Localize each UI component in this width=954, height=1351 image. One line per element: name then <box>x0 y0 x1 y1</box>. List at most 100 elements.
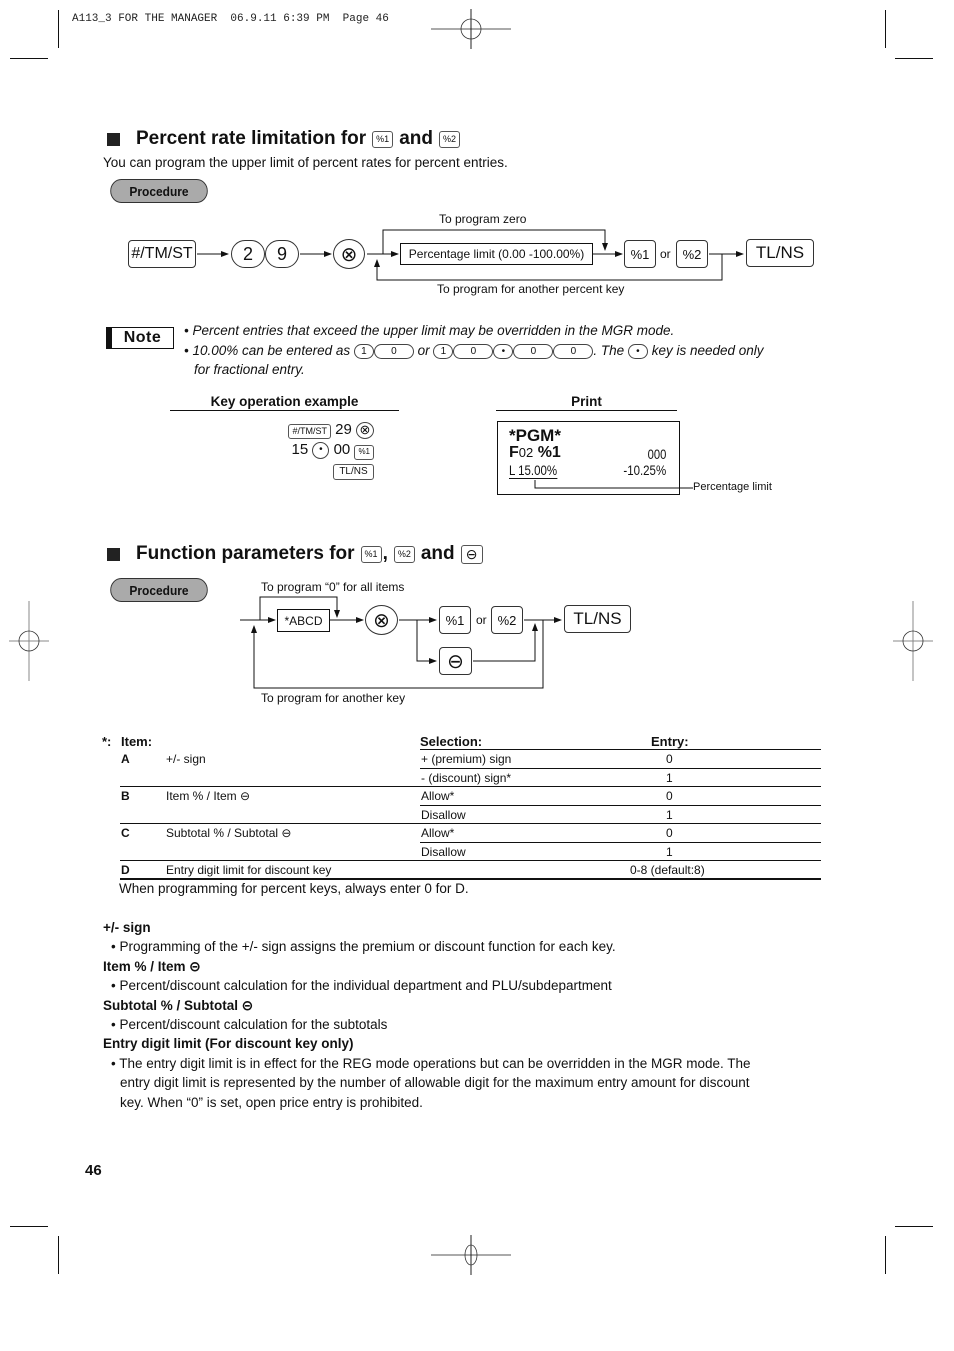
note-bullet-1: • Percent entries that exceed the upper … <box>184 323 675 338</box>
dot-key-icon: • <box>493 343 514 359</box>
dot-key-icon: • <box>312 441 330 459</box>
digit-2-key: 2 <box>231 240 265 268</box>
example-number: 29 <box>335 421 352 438</box>
table-footnote: When programming for percent keys, alway… <box>119 880 469 896</box>
crop-mark <box>10 1226 48 1227</box>
example-line-2: 15 • 00 %1 <box>200 440 374 460</box>
receipt-text: %1 <box>533 444 561 461</box>
abcd-box: *ABCD <box>277 609 330 632</box>
row-c1-entry: 0 <box>666 826 673 840</box>
key-operation-heading: Key operation example <box>170 394 399 411</box>
receipt-value-000: 000 <box>647 446 666 462</box>
label-program-zero-all-items: To program “0” for all items <box>261 580 405 594</box>
row-c2-selection: Disallow <box>421 845 466 859</box>
row-a-code: A <box>121 752 130 766</box>
explanation-text-sign: • Programming of the +/- sign assigns th… <box>111 939 616 955</box>
row-c-item: Subtotal % / Subtotal ⊖ <box>166 826 292 840</box>
table-rule <box>420 805 821 806</box>
row-c1-selection: Allow* <box>421 826 455 840</box>
row-a1-entry: 0 <box>666 752 673 766</box>
row-c-code: C <box>121 826 130 840</box>
table-header-entry: Entry: <box>651 733 689 749</box>
key-0-icon: 0 <box>373 343 414 359</box>
parameter-table: *: Item: Selection: Entry: A +/- sign + … <box>100 731 822 901</box>
key-1-icon: 1 <box>433 343 454 359</box>
table-rule <box>420 842 821 843</box>
table-star: *: <box>102 733 112 749</box>
square-bullet-icon <box>107 547 120 561</box>
note-text: key is needed only <box>651 343 764 358</box>
row-d-code: D <box>121 863 130 877</box>
row-a-item: +/- sign <box>166 752 206 766</box>
key-operation-example: #/TM/ST 29 ⊗ 15 • 00 %1 TL/NS <box>200 420 374 480</box>
explanation-text-item: • Percent/discount calculation for the i… <box>111 978 612 994</box>
or-label: or <box>476 613 487 627</box>
table-header-selection: Selection: <box>420 733 483 749</box>
explanation-text-entry-limit-1: • The entry digit limit is in effect for… <box>111 1055 751 1071</box>
minus-key: ⊖ <box>439 647 472 675</box>
tm-st-key: #/TM/ST <box>128 240 196 268</box>
digit-9-key: 9 <box>265 240 299 268</box>
receipt-text: 02 <box>518 445 534 460</box>
tl-ns-key: TL/NS <box>746 239 814 267</box>
crop-mark <box>885 1236 886 1274</box>
row-b-item: Item % / Item ⊖ <box>166 789 251 803</box>
print-heading: Print <box>496 394 677 411</box>
pct1-key: %1 <box>439 606 471 634</box>
row-b2-entry: 1 <box>666 808 673 822</box>
row-a1-selection: + (premium) sign <box>421 752 512 766</box>
pct2-key: %2 <box>676 240 708 268</box>
note-badge: Note <box>106 327 174 349</box>
pct1-key: %1 <box>624 240 656 268</box>
example-line-1: #/TM/ST 29 ⊗ <box>200 420 374 440</box>
receipt-text: F <box>509 444 519 461</box>
label-another-key: To program for another key <box>261 691 406 705</box>
registration-mark-icon <box>431 1235 511 1275</box>
label-another-percent-key: To program for another percent key <box>437 282 625 296</box>
procedure-flow-arrows <box>240 596 562 689</box>
row-b1-selection: Allow* <box>421 789 455 803</box>
row-a2-selection: - (discount) sign* <box>421 771 512 785</box>
dot-key-icon: • <box>627 343 648 359</box>
row-b1-entry: 0 <box>666 789 673 803</box>
tl-ns-key-icon: TL/NS <box>333 464 374 480</box>
explanation-heading-sign: +/- sign <box>103 920 151 935</box>
crop-mark <box>58 1236 59 1274</box>
pct1-key-icon: %1 <box>354 444 374 460</box>
multiply-key-icon: ⊗ <box>365 605 398 635</box>
note-text: . The <box>593 343 625 358</box>
explanation-heading-subtotal: Subtotal % / Subtotal ⊝ <box>103 997 254 1013</box>
label-to-program-zero: To program zero <box>439 212 527 226</box>
explanation-text-entry-limit-2: entry digit limit is represented by the … <box>120 1075 750 1091</box>
receipt-pgm-line: *PGM* <box>509 426 561 445</box>
key-1-icon: 1 <box>353 343 374 359</box>
receipt-function-line: F02 %1 <box>509 444 561 462</box>
pct2-key: %2 <box>491 606 523 634</box>
percentage-limit-box: Percentage limit (0.00 -100.00%) <box>400 243 593 265</box>
tl-ns-key: TL/NS <box>564 605 631 633</box>
note-bullet-2-continued: for fractional entry. <box>194 362 305 377</box>
example-number: 00 <box>333 441 351 458</box>
row-b2-selection: Disallow <box>421 808 466 822</box>
example-line-3: TL/NS <box>200 460 374 480</box>
table-header-item: Item: <box>121 733 153 749</box>
note-text: or <box>417 343 430 358</box>
key-0-icon: 0 <box>453 343 494 359</box>
key-0-icon: 0 <box>553 343 594 359</box>
explanations: +/- sign • Programming of the +/- sign a… <box>103 918 751 1112</box>
key-0-icon: 0 <box>513 343 554 359</box>
note-bullet-2: • 10.00% can be entered as 10 or 1 0 • 0 0. … <box>184 343 764 359</box>
explanation-heading-item: Item % / Item ⊝ <box>103 958 201 974</box>
row-d-item: Entry digit limit for discount key <box>166 863 332 877</box>
row-c2-entry: 1 <box>666 845 673 859</box>
callout-percentage-limit: Percentage limit <box>693 481 772 493</box>
explanation-text-subtotal: • Percent/discount calculation for the s… <box>111 1017 388 1033</box>
note-text: • 10.00% can be entered as <box>184 343 351 358</box>
or-label: or <box>660 247 671 261</box>
crop-mark <box>895 1226 933 1227</box>
tm-st-key-icon: #/TM/ST <box>288 423 331 439</box>
example-number: 15 <box>291 441 309 458</box>
multiply-key-icon: ⊗ <box>333 239 365 269</box>
page-number: 46 <box>85 1162 102 1179</box>
row-d-entry: 0-8 (default:8) <box>630 863 705 877</box>
